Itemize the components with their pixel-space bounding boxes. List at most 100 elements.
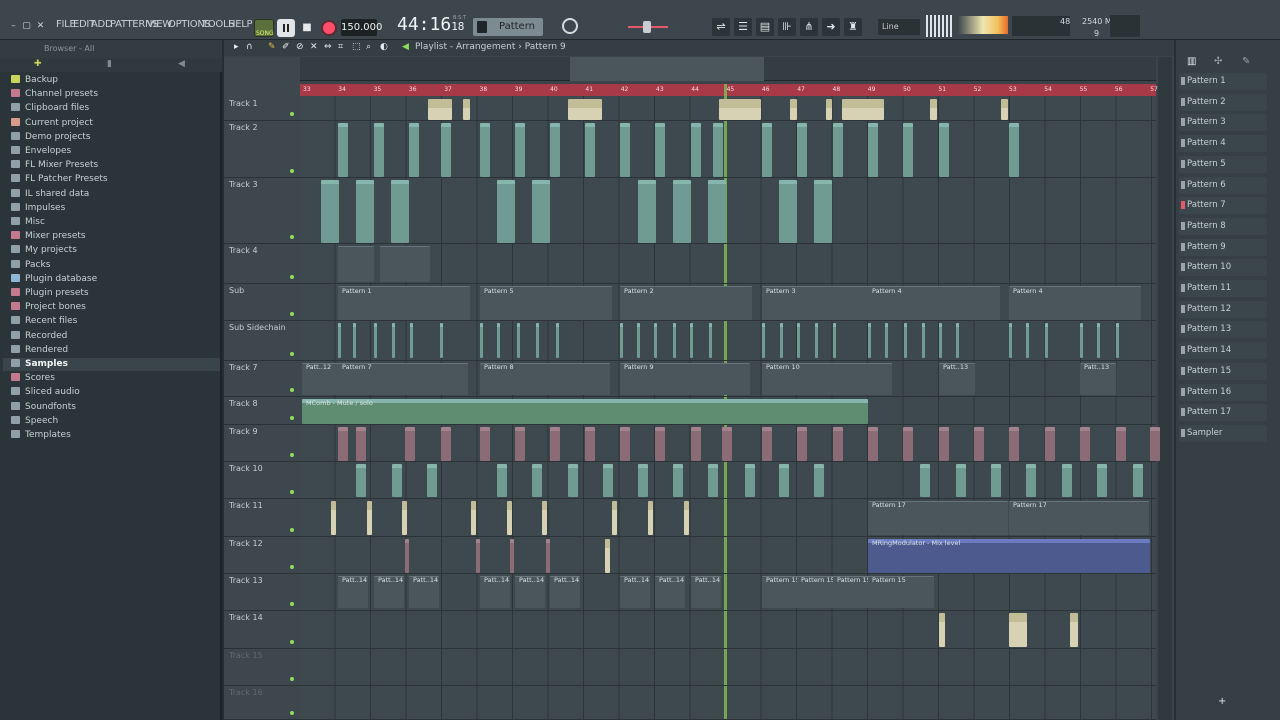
arrow-icon[interactable]: ▸ [234,42,239,52]
clip[interactable] [638,180,656,243]
clip-label[interactable]: MRingModulator - Mix level [872,539,960,547]
clip-label[interactable]: Pattern 5 [484,287,514,295]
track-header[interactable]: Track 9 [224,425,300,462]
brush-icon[interactable]: ✐ [282,42,290,52]
playlist-icon[interactable]: ☰ [734,18,752,36]
minimize-icon[interactable]: – [8,21,19,32]
browser-item[interactable]: Backup [11,74,58,87]
track-lane[interactable] [300,178,1156,244]
restore-icon[interactable]: ▢ [21,21,32,32]
clip[interactable] [391,180,409,243]
clip[interactable] [515,123,525,177]
track-led[interactable] [290,490,294,494]
clip-label[interactable]: Patt..14 [519,576,544,584]
clip[interactable] [1009,323,1012,358]
clip-label[interactable]: Patt..14 [659,576,684,584]
clip[interactable] [568,464,578,497]
browser-item[interactable]: FL Patcher Presets [11,173,108,186]
clip[interactable] [532,180,550,243]
speaker-icon[interactable]: ◀ [178,59,185,69]
clip-label[interactable]: Pattern 15 [801,576,835,584]
clip[interactable] [480,323,483,358]
browser-item[interactable]: Demo projects [11,131,91,144]
browser-item[interactable]: Project bones [11,301,86,314]
picker-item[interactable]: Pattern 11 [1179,280,1267,297]
clip[interactable] [684,501,689,535]
mixer-icon[interactable]: ⊪ [778,18,796,36]
snap-selector[interactable]: Line [878,19,920,35]
clip[interactable] [1001,99,1008,120]
browser-item[interactable]: Rendered [11,344,68,357]
clip-label[interactable]: Patt..14 [413,576,438,584]
clip[interactable] [620,123,630,177]
playlist-scrollbar[interactable] [1158,57,1172,720]
tempo-display[interactable]: 150.000 [341,19,382,36]
clip[interactable] [427,464,437,497]
bar-number[interactable]: 36 [409,86,417,93]
clip[interactable] [1080,427,1090,461]
clip[interactable] [1026,464,1036,497]
clip[interactable] [356,180,374,243]
track-header[interactable]: Track 15 [224,649,300,686]
clip[interactable] [691,427,701,461]
clip[interactable] [1045,323,1048,358]
plugin-icon[interactable]: ♜ [844,18,862,36]
bar-number[interactable]: 50 [903,86,911,93]
clip[interactable] [1045,427,1055,461]
clip[interactable] [956,323,959,358]
overview-view-window[interactable] [570,57,764,81]
clip[interactable] [517,323,520,358]
clip[interactable] [939,123,949,177]
track-led[interactable] [290,169,294,173]
bar-number[interactable]: 52 [974,86,982,93]
delete-icon[interactable]: ⊘ [296,42,304,52]
clip[interactable] [507,501,512,535]
clip[interactable] [655,123,665,177]
clip[interactable] [708,464,718,497]
master-volume-knob[interactable] [562,18,578,34]
clip-label[interactable]: Pattern 8 [484,363,514,371]
file-icon[interactable]: ▮ [107,59,112,69]
clip[interactable] [956,464,966,497]
zoom-icon[interactable]: ⌕ [366,42,371,52]
clip[interactable] [374,123,384,177]
clip[interactable] [797,123,807,177]
browser-item[interactable]: Recorded [11,330,67,343]
clip[interactable] [708,180,726,243]
clip-label[interactable]: MComb - Mute / solo [306,399,373,407]
clip[interactable] [762,123,772,177]
track-led[interactable] [290,711,294,715]
clip-label[interactable]: Pattern 9 [624,363,654,371]
clip[interactable] [338,323,341,358]
bar-number[interactable]: 41 [585,86,593,93]
clip[interactable] [515,427,525,461]
clip[interactable] [321,180,339,243]
browser-item[interactable]: FL Mixer Presets [11,159,98,172]
bar-number[interactable]: 39 [515,86,523,93]
clip[interactable] [930,99,937,120]
clip-label[interactable]: Pattern 3 [766,287,796,295]
clip[interactable] [762,427,772,461]
playback-icon[interactable]: ◐ [380,42,388,52]
clip[interactable] [833,323,836,358]
clip[interactable] [1097,464,1107,497]
track-led[interactable] [290,112,294,116]
clip[interactable] [779,180,797,243]
clip[interactable] [904,323,907,358]
song-mode-button[interactable]: SONG [254,19,274,37]
clip[interactable] [497,464,507,497]
clip[interactable] [441,427,451,461]
bar-number[interactable]: 46 [762,86,770,93]
snap-icon[interactable]: ⇌ [712,18,730,36]
track-led[interactable] [290,352,294,356]
select-icon[interactable]: ⬚ [352,42,361,52]
browser-item[interactable]: Recent files [11,315,77,328]
clip[interactable] [402,501,407,535]
clip[interactable] [939,613,945,647]
clip[interactable] [922,323,925,358]
track-led[interactable] [290,640,294,644]
clip[interactable] [471,501,476,535]
track-header[interactable]: Track 12 [224,537,300,574]
track-header[interactable]: Track 14 [224,611,300,649]
clip-label[interactable]: Patt..14 [554,576,579,584]
